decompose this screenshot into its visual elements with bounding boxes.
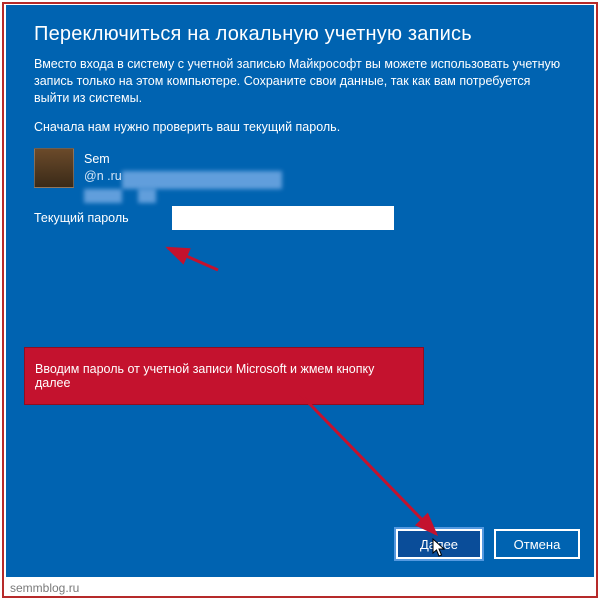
password-row: Текущий пароль <box>34 206 566 230</box>
dialog-window: Переключиться на локальную учетную запис… <box>6 5 594 577</box>
user-name: Sem <box>84 151 122 167</box>
redaction-blur <box>84 189 122 203</box>
annotation-callout: Вводим пароль от учетной записи Microsof… <box>24 347 424 405</box>
user-email: @n .ru <box>84 168 122 184</box>
watermark: semmblog.ru <box>8 580 81 596</box>
cancel-button[interactable]: Отмена <box>494 529 580 559</box>
avatar <box>34 148 74 188</box>
user-block: Sem @n .ru <box>34 148 566 188</box>
password-input[interactable] <box>172 206 394 230</box>
instruction-text: Сначала нам нужно проверить ваш текущий … <box>34 119 566 136</box>
page-title: Переключиться на локальную учетную запис… <box>34 23 566 46</box>
password-label: Текущий пароль <box>34 211 152 225</box>
redaction-blur <box>138 189 156 203</box>
description-text: Вместо входа в систему с учетной записью… <box>34 56 566 107</box>
button-bar: Далее Отмена <box>396 529 580 559</box>
next-button[interactable]: Далее <box>396 529 482 559</box>
